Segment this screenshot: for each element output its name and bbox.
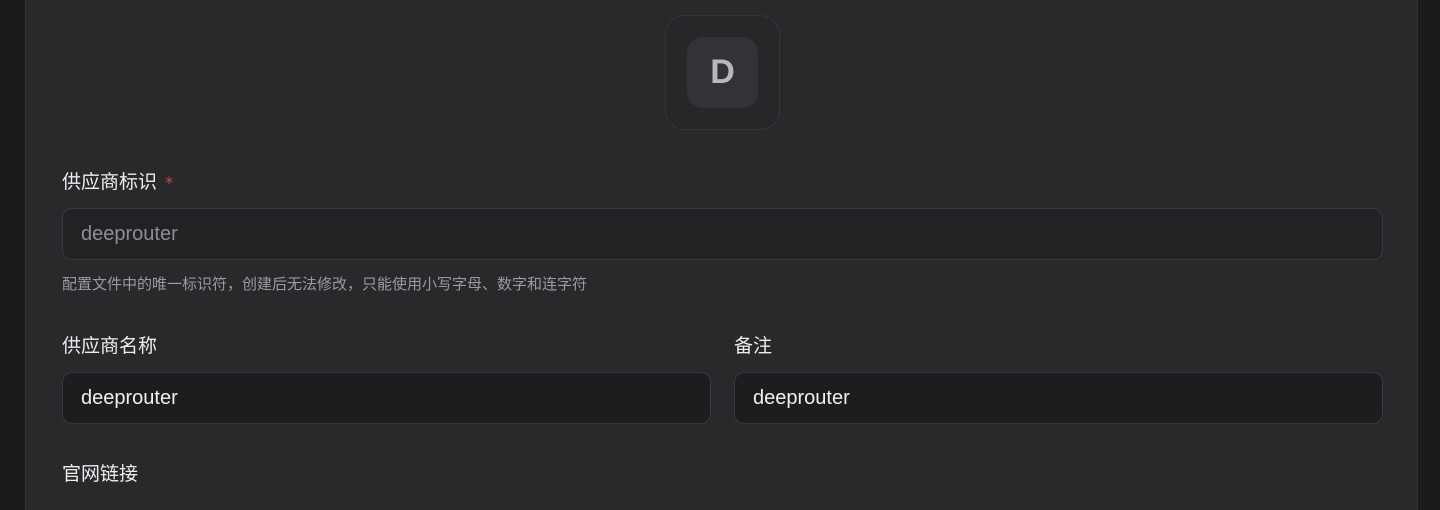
provider-id-hint: 配置文件中的唯一标识符，创建后无法修改，只能使用小写字母、数字和连字符	[62, 275, 588, 293]
website-label: 官网链接	[62, 463, 139, 485]
notes-input[interactable]	[734, 372, 1383, 424]
provider-form-panel: D 供应商标识 * 配置文件中的唯一标识符，创建后无法修改，只能使用小写字母、数字…	[25, 0, 1418, 510]
provider-avatar[interactable]: D	[665, 15, 780, 130]
notes-label: 备注	[734, 335, 773, 357]
avatar-letter-icon: D	[687, 37, 758, 108]
required-mark: *	[165, 173, 174, 192]
provider-name-input[interactable]	[62, 372, 711, 424]
provider-id-label-text: 供应商标识	[62, 171, 158, 193]
provider-name-label: 供应商名称	[62, 335, 158, 357]
provider-id-input[interactable]	[62, 208, 1383, 260]
provider-id-label: 供应商标识 *	[62, 170, 173, 195]
